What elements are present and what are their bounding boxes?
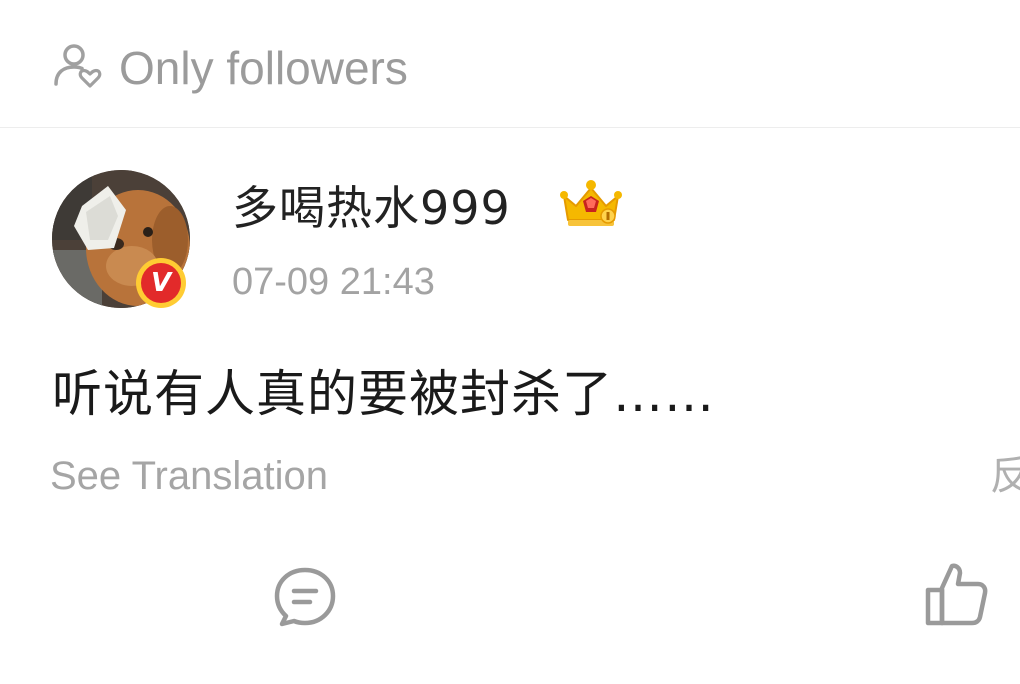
crown-badge-icon [560, 180, 622, 226]
visibility-bar: Only followers [0, 0, 1020, 128]
author-name[interactable]: 多喝热水999 [232, 180, 511, 236]
post-page: Only followers V 多喝热水999 07-09 21:43 听说有… [0, 0, 1020, 684]
user-heart-icon [54, 44, 102, 88]
comment-icon[interactable] [272, 566, 338, 628]
thumbs-up-icon[interactable] [924, 560, 990, 628]
verified-badge: V [136, 258, 186, 308]
visibility-label: Only followers [119, 42, 408, 94]
post-timestamp: 07-09 21:43 [232, 261, 435, 303]
clipped-text: 反 [990, 453, 1020, 499]
verified-badge-label: V [141, 263, 181, 303]
see-translation-link[interactable]: See Translation [50, 451, 328, 501]
post-text: 听说有人真的要被封杀了…… [52, 365, 715, 423]
